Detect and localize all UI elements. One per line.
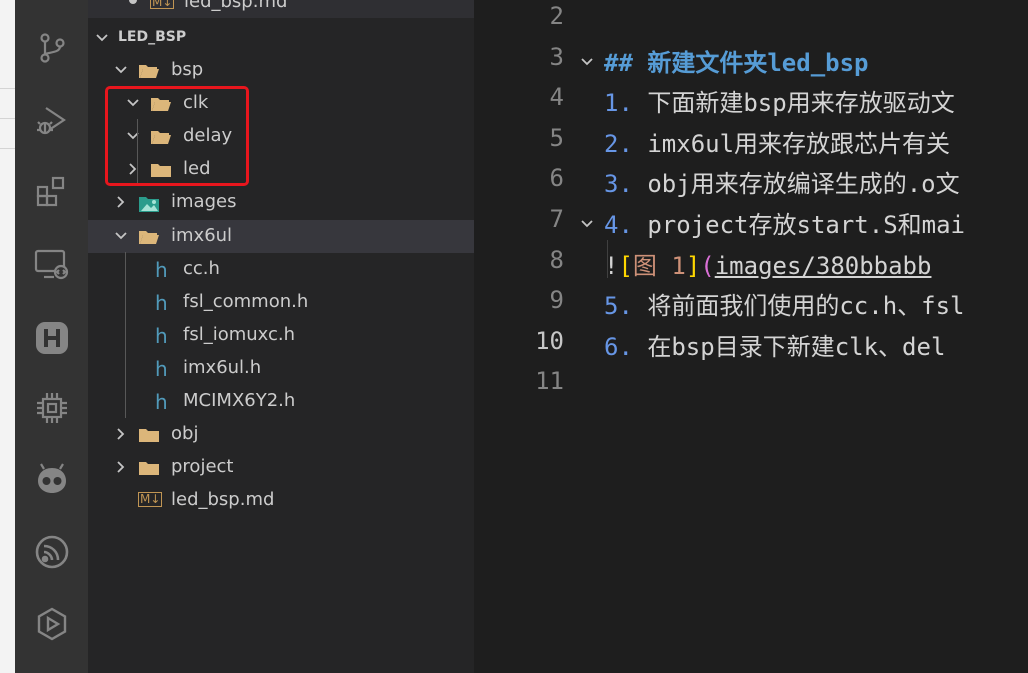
platformio-icon[interactable] — [15, 456, 88, 504]
section-title: LED_BSP — [118, 29, 187, 45]
line-number: 2 — [549, 2, 564, 30]
line-number: 9 — [549, 286, 564, 315]
explorer-item-label: led_bsp.md — [184, 0, 288, 12]
line-number: 8 — [549, 245, 564, 274]
code-token: 在bsp目录下新建clk、del — [632, 332, 946, 361]
code-token: images/380bbabb — [714, 251, 932, 280]
chip-icon[interactable] — [15, 384, 88, 432]
explorer-item-label: obj — [171, 423, 199, 445]
code-token: [ — [618, 251, 633, 280]
c-header-file-icon: h — [155, 356, 168, 381]
explorer-item-label: cc.h — [183, 257, 220, 279]
code-line[interactable]: 4. project存放start.S和mai — [604, 205, 965, 240]
line-number: 4 — [549, 83, 564, 112]
chevron-down-icon — [115, 231, 127, 239]
folder-open-icon — [139, 65, 159, 78]
explorer-item-images[interactable]: images — [88, 186, 474, 219]
run-debug-icon[interactable] — [15, 96, 88, 144]
h-extension-icon[interactable] — [15, 314, 88, 362]
code-token: 将前面我们使用的cc.h、fsl — [632, 292, 965, 321]
c-header-file-icon: h — [155, 257, 168, 282]
code-token: 6. — [604, 332, 633, 361]
code-token: 3. — [604, 170, 633, 199]
explorer-item-label: fsl_common.h — [183, 290, 309, 312]
c-header-file-icon: h — [155, 390, 168, 414]
code-token: 5. — [604, 292, 633, 321]
chevron-right-icon — [117, 461, 125, 473]
code-line[interactable]: ## 新建文件夹led_bsp — [604, 43, 869, 78]
c-header-file-icon: h — [155, 323, 168, 348]
explorer-item-project[interactable]: project — [88, 451, 474, 484]
section-header[interactable]: LED_BSP — [88, 22, 474, 55]
activity-bar — [15, 0, 88, 673]
chevron-down-icon — [96, 34, 108, 42]
code-token: ! — [604, 251, 619, 280]
code-token: obj用来存放编译生成的.o文 — [632, 170, 960, 199]
explorer-item-label: bsp — [171, 59, 204, 80]
fold-chevron-icon[interactable] — [580, 55, 594, 69]
explorer-item-label: project — [171, 456, 234, 478]
code-token: imx6ul用来存放跟芯片有关 — [632, 129, 951, 158]
code-line[interactable]: 1. 下面新建bsp用来存放驱动文 — [604, 83, 955, 118]
code-token: ## 新建文件夹led_bsp — [604, 48, 869, 77]
explorer-item-led-bsp-md[interactable]: M↓ led_bsp.md — [88, 484, 474, 517]
remote-explorer-icon[interactable] — [15, 240, 88, 288]
window-edge — [0, 0, 15, 673]
line-number: 5 — [549, 123, 564, 152]
code-token: 下面新建bsp用来存放驱动文 — [632, 89, 955, 118]
explorer-item-fsl-iomuxc-h[interactable]: h fsl_iomuxc.h — [88, 319, 474, 352]
c-header-file-icon: h — [155, 290, 168, 315]
explorer-item-bsp[interactable]: bsp — [88, 54, 474, 87]
highlight-box — [105, 86, 249, 186]
code-token: project存放start.S和mai — [632, 211, 965, 239]
line-number: 7 — [549, 205, 564, 233]
codeium-icon[interactable] — [15, 600, 88, 648]
extensions-icon[interactable] — [15, 168, 88, 216]
chevron-right-icon — [117, 428, 125, 440]
indent-guide — [125, 252, 126, 418]
code-line[interactable]: ![图 1](images/380bbabb — [604, 246, 931, 281]
explorer-item-label: fsl_iomuxc.h — [183, 323, 296, 345]
code-line[interactable]: 2. imx6ul用来存放跟芯片有关 — [604, 124, 950, 159]
markdown-icon: M↓ — [138, 492, 163, 508]
line-number: 10 — [535, 326, 564, 355]
line-number: 3 — [549, 42, 564, 71]
source-control-icon[interactable] — [15, 24, 88, 72]
code-token: 图 1 — [632, 251, 686, 280]
image-folder-icon — [139, 197, 159, 213]
explorer-item-label: imx6ul — [171, 224, 233, 246]
explorer-item-label: led_bsp.md — [171, 489, 275, 511]
espressif-icon[interactable] — [15, 528, 88, 576]
explorer-item-label: images — [171, 191, 237, 213]
code-line[interactable]: 6. 在bsp目录下新建clk、del — [604, 327, 945, 362]
markdown-icon: M↓ — [150, 0, 175, 9]
explorer-item-label: imx6ul.h — [183, 356, 262, 378]
line-number: 6 — [549, 164, 564, 193]
line-number: 11 — [535, 367, 564, 396]
explorer-item-top-file[interactable]: M↓ led_bsp.md — [88, 0, 474, 18]
folder-icon — [139, 462, 159, 476]
folder-open-icon — [139, 230, 159, 244]
chevron-down-icon — [115, 66, 127, 74]
explorer-item-obj[interactable]: obj — [88, 418, 474, 451]
explorer-item-cc-h[interactable]: h cc.h — [88, 253, 474, 286]
explorer-item-fsl-common-h[interactable]: h fsl_common.h — [88, 286, 474, 319]
code-token: ( — [700, 251, 715, 280]
code-token: 2. — [604, 129, 633, 158]
unsaved-dot-icon — [129, 0, 137, 4]
editor-pane[interactable]: 2 3 ## 新建文件夹led_bsp 4 1. 下面新建bsp用来存放驱动文 5 2. i… — [474, 0, 1028, 673]
chevron-right-icon — [117, 196, 125, 209]
explorer-item-label: MCIMX6Y2.h — [183, 390, 296, 411]
explorer-item-mcimx6y2-h[interactable]: h MCIMX6Y2.h — [88, 385, 474, 418]
folder-icon — [139, 429, 159, 443]
code-token: ] — [685, 251, 701, 280]
code-token: 4. — [604, 211, 633, 239]
explorer-item-imx6ul-h[interactable]: h imx6ul.h — [88, 352, 474, 385]
code-token: 1. — [604, 89, 633, 118]
fold-chevron-icon[interactable] — [580, 217, 594, 231]
code-line[interactable]: 3. obj用来存放编译生成的.o文 — [604, 164, 960, 199]
explorer-item-imx6ul[interactable]: imx6ul — [88, 219, 474, 253]
code-line[interactable]: 5. 将前面我们使用的cc.h、fsl — [604, 286, 965, 321]
